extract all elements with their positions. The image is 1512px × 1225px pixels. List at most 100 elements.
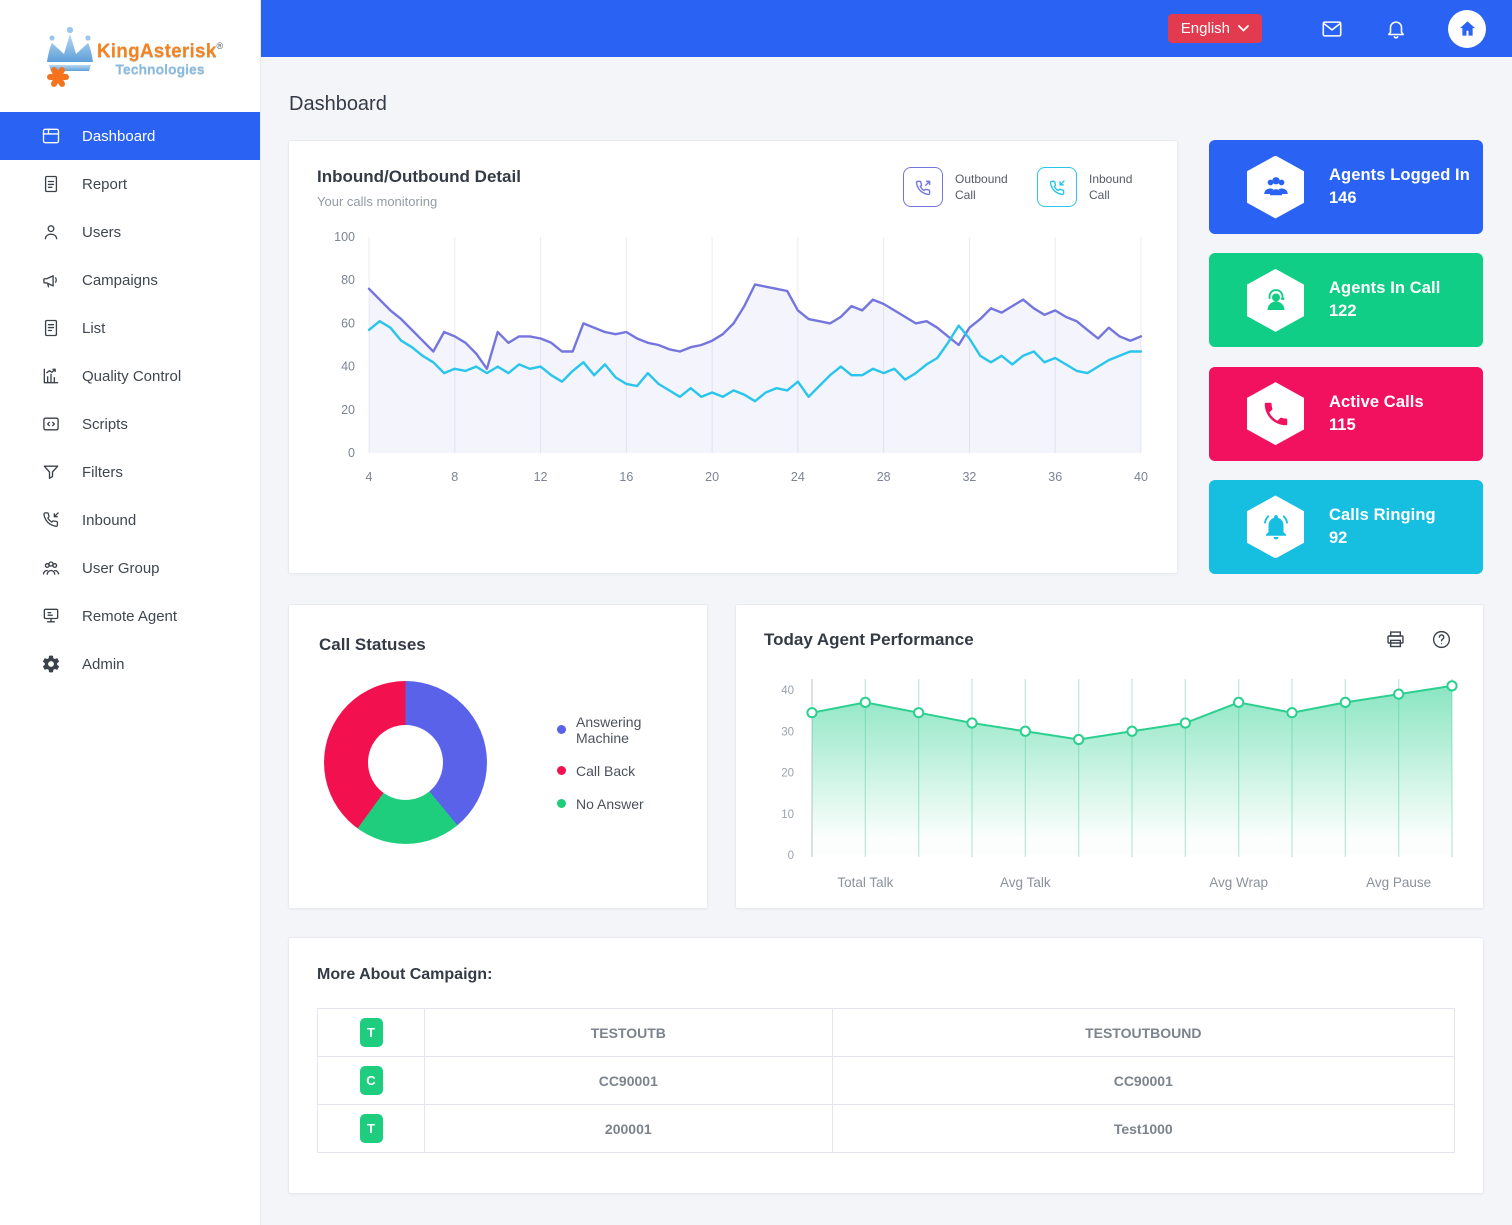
svg-text:4: 4 <box>366 470 373 484</box>
home-button[interactable] <box>1448 10 1486 48</box>
app-root: KingAsterisk® Technologies Dashboard Rep… <box>0 0 1512 1225</box>
legend-dot <box>557 799 566 808</box>
stat-value: 146 <box>1329 189 1470 208</box>
legend-dot <box>557 766 566 775</box>
stat-label: Active Calls <box>1329 393 1424 412</box>
stat-card-active-calls[interactable]: Active Calls 115 <box>1209 367 1483 461</box>
stat-value: 115 <box>1329 416 1424 435</box>
svg-text:20: 20 <box>341 403 355 417</box>
help-icon[interactable] <box>1431 629 1453 651</box>
sidebar-item-remote-agent[interactable]: Remote Agent <box>0 592 260 640</box>
call-statuses-legend: Answering Machine Call Back No Answer <box>557 714 677 812</box>
svg-text:28: 28 <box>877 470 891 484</box>
home-icon <box>1458 19 1477 38</box>
svg-text:40: 40 <box>341 360 355 374</box>
stat-label: Calls Ringing <box>1329 506 1436 525</box>
inbound-outbound-subtitle: Your calls monitoring <box>317 194 521 209</box>
svg-text:20: 20 <box>705 470 719 484</box>
stat-label: Agents In Call <box>1329 279 1440 298</box>
svg-text:Total Talk: Total Talk <box>837 875 893 890</box>
sidebar-item-report[interactable]: Report <box>0 160 260 208</box>
calls-legend: Outbound Call Inbound Call <box>903 167 1145 207</box>
svg-text:12: 12 <box>534 470 548 484</box>
notifications-bell-icon[interactable] <box>1384 17 1408 41</box>
language-button[interactable]: English <box>1168 14 1262 43</box>
agent-performance-area-chart: 010203040Total TalkAvg TalkAvg WrapAvg P… <box>764 665 1464 900</box>
svg-text:8: 8 <box>451 470 458 484</box>
donut-hole <box>368 725 443 800</box>
phone-incoming-icon <box>1037 167 1077 207</box>
brand-subtitle: Technologies <box>97 62 223 76</box>
filters-icon <box>40 462 61 483</box>
legend-item: Outbound Call <box>903 167 1011 207</box>
svg-text:40: 40 <box>1134 470 1148 484</box>
sidebar-item-inbound[interactable]: Inbound <box>0 496 260 544</box>
sidebar-item-admin[interactable]: Admin <box>0 640 260 688</box>
svg-text:30: 30 <box>781 726 794 738</box>
scripts-icon <box>40 414 61 435</box>
report-icon <box>40 174 61 195</box>
svg-text:0: 0 <box>788 850 794 862</box>
stats-column: Agents Logged In 146 Agents In Call 122 … <box>1209 140 1483 574</box>
svg-text:100: 100 <box>334 230 355 244</box>
stat-card-calls-ringing[interactable]: Calls Ringing 92 <box>1209 480 1483 574</box>
mail-icon[interactable] <box>1320 17 1344 41</box>
legend-item: Answering Machine <box>557 714 677 746</box>
print-icon[interactable] <box>1385 629 1407 651</box>
svg-text:80: 80 <box>341 273 355 287</box>
sidebar-item-user-group[interactable]: User Group <box>0 544 260 592</box>
page-title: Dashboard <box>289 93 1484 116</box>
svg-text:0: 0 <box>348 446 355 460</box>
stat-value: 122 <box>1329 302 1440 321</box>
legend-label: Answering Machine <box>576 714 677 746</box>
campaign-card: More About Campaign: T TESTOUTB TESTOUTB… <box>288 937 1484 1194</box>
row-cell-2: Test1000 <box>832 1105 1454 1153</box>
row-badge: T <box>360 1114 383 1143</box>
chevron-down-icon <box>1238 25 1249 32</box>
sidebar-item-campaigns[interactable]: Campaigns <box>0 256 260 304</box>
table-row: C CC90001 CC90001 <box>318 1057 1455 1105</box>
sidebar-item-list[interactable]: List <box>0 304 260 352</box>
sidebar-item-scripts[interactable]: Scripts <box>0 400 260 448</box>
svg-text:10: 10 <box>781 809 794 821</box>
main-content: Dashboard Inbound/Outbound Detail Your c… <box>260 57 1512 1225</box>
stat-card-agents-in-call[interactable]: Agents In Call 122 <box>1209 253 1483 347</box>
agent-performance-title: Today Agent Performance <box>764 630 974 650</box>
campaign-title: More About Campaign: <box>317 966 1455 984</box>
phone-outgoing-icon <box>903 167 943 207</box>
row-badge: C <box>360 1066 383 1095</box>
stat-card-agents-logged-in[interactable]: Agents Logged In 146 <box>1209 140 1483 234</box>
list-icon <box>40 318 61 339</box>
stat-value: 92 <box>1329 529 1436 548</box>
svg-text:36: 36 <box>1048 470 1062 484</box>
users-icon <box>40 222 61 243</box>
svg-text:20: 20 <box>781 768 794 780</box>
sidebar: KingAsterisk® Technologies Dashboard Rep… <box>0 0 261 1225</box>
inbound-outbound-card: Inbound/Outbound Detail Your calls monit… <box>288 140 1178 574</box>
sidebar-item-dashboard[interactable]: Dashboard <box>0 112 260 160</box>
bell-ring-icon <box>1247 495 1304 558</box>
svg-text:40: 40 <box>781 685 794 697</box>
remote-agent-icon <box>40 606 61 627</box>
legend-label: Inbound Call <box>1089 171 1145 203</box>
table-row: T 200001 Test1000 <box>318 1105 1455 1153</box>
topbar: English <box>260 0 1512 57</box>
agent-performance-card: Today Agent Performance 0 10 20 30 40 Total T… <box>735 604 1484 909</box>
brand-text: KingAsterisk® Technologies <box>97 42 223 76</box>
svg-text:60: 60 <box>341 316 355 330</box>
quality-control-icon <box>40 366 61 387</box>
row-cell-2: TESTOUTBOUND <box>832 1009 1454 1057</box>
crown-asterisk-logo-icon <box>37 21 103 91</box>
stat-label: Agents Logged In <box>1329 166 1470 185</box>
svg-text:16: 16 <box>619 470 633 484</box>
svg-text:Avg Pause: Avg Pause <box>1366 875 1431 890</box>
legend-item: Inbound Call <box>1037 167 1145 207</box>
row-cell-1: 200001 <box>425 1105 833 1153</box>
sidebar-item-quality-control[interactable]: Quality Control <box>0 352 260 400</box>
phone-icon <box>1247 382 1304 445</box>
sidebar-item-users[interactable]: Users <box>0 208 260 256</box>
inbound-icon <box>40 510 61 531</box>
sidebar-item-filters[interactable]: Filters <box>0 448 260 496</box>
brand-logo: KingAsterisk® Technologies <box>0 0 260 112</box>
agents-group-icon <box>1247 156 1304 219</box>
